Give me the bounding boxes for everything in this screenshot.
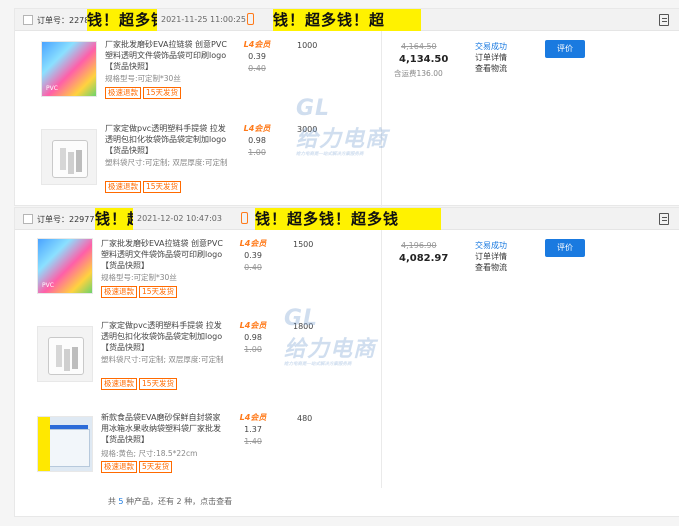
service-tags: 极速退款 15天发货 bbox=[101, 286, 179, 298]
order-item: 新款食品袋EVA磨砂保鲜自封袋家用冰箱水果收纳袋塑料袋厂家批发 【货品快照】 规… bbox=[15, 410, 679, 484]
original-price: 1.00 bbox=[248, 148, 266, 157]
order-status: 交易成功 订单详情 查看物流 bbox=[475, 41, 507, 74]
order-item: 厂家定做pvc透明塑料手提袋 拉发透明包扣化妆袋饰品袋定制加logo 【货品快照… bbox=[15, 318, 679, 404]
mobile-order-icon bbox=[241, 212, 248, 224]
product-thumbnail[interactable] bbox=[41, 41, 97, 97]
product-thumbnail[interactable] bbox=[37, 416, 93, 472]
service-tags: 极速退款 15天发货 bbox=[101, 378, 179, 390]
product-title[interactable]: 新款食品袋EVA磨砂保鲜自封袋家用冰箱水果收纳袋塑料袋厂家批发 【货品快照】 bbox=[101, 412, 225, 446]
order-total: 4,134.50 bbox=[399, 54, 449, 65]
product-title[interactable]: 厂家批发磨砂EVA拉链袋 创意PVC塑料透明文件袋饰品袋可印刷logo 【货品快… bbox=[105, 39, 229, 73]
order-date: 2021-11-25 11:00:25 bbox=[161, 15, 246, 24]
delivery-tag: 5天发货 bbox=[139, 461, 173, 473]
delivery-tag: 15天发货 bbox=[143, 181, 182, 193]
order-item: 厂家定做pvc透明塑料手提袋 拉发透明包扣化妆袋饰品袋定制加logo 【货品快照… bbox=[15, 121, 679, 203]
quantity: 480 bbox=[297, 414, 313, 423]
product-count: 5 bbox=[118, 497, 124, 506]
fast-refund-tag: 极速退款 bbox=[101, 461, 137, 473]
order-date: 2021-12-02 10:47:03 bbox=[137, 214, 222, 223]
order-note-icon[interactable] bbox=[659, 14, 669, 26]
product-spec: 塑料袋尺寸:可定制; 双层厚度:可定制 bbox=[101, 355, 224, 364]
delivery-tag: 15天发货 bbox=[143, 87, 182, 99]
redaction-overlay: 钱！超多钱！超 bbox=[87, 9, 157, 31]
column-divider bbox=[381, 230, 382, 488]
redaction-overlay: 钱！超多钱！超多钱 bbox=[95, 208, 133, 230]
mobile-order-icon bbox=[247, 13, 254, 25]
unit-price: 0.98 bbox=[244, 333, 262, 342]
select-order-checkbox[interactable] bbox=[23, 214, 33, 224]
review-button[interactable]: 评价 bbox=[545, 239, 585, 257]
member-level: L4会员 bbox=[243, 124, 271, 133]
original-price: 1.00 bbox=[244, 345, 262, 354]
review-button[interactable]: 评价 bbox=[545, 40, 585, 58]
order-detail-link[interactable]: 订单详情 bbox=[475, 251, 507, 262]
product-thumbnail[interactable] bbox=[37, 326, 93, 382]
trade-status: 交易成功 bbox=[475, 42, 507, 51]
unit-price: 0.39 bbox=[244, 251, 262, 260]
fast-refund-tag: 极速退款 bbox=[101, 378, 137, 390]
product-thumbnail[interactable] bbox=[41, 129, 97, 185]
more-products-note[interactable]: 共 5 种产品，还有 2 种，点击查看 bbox=[0, 496, 353, 507]
order-original-total: 4,196.90 bbox=[401, 241, 437, 250]
order-card-1: 订单号：2278072 钱！超多钱！超 2021-11-25 11:00:25 … bbox=[14, 8, 679, 207]
service-tags: 极速退款 15天发货 bbox=[105, 181, 183, 193]
original-price: 0.40 bbox=[244, 263, 262, 272]
order-detail-link[interactable]: 订单详情 bbox=[475, 52, 507, 63]
quantity: 3000 bbox=[297, 125, 318, 134]
product-title[interactable]: 厂家定做pvc透明塑料手提袋 拉发透明包扣化妆袋饰品袋定制加logo 【货品快照… bbox=[101, 320, 225, 354]
shipping-fee: 含运费136.00 bbox=[394, 69, 443, 78]
service-tags: 极速退款 5天发货 bbox=[101, 461, 174, 473]
redaction-overlay: 钱！超多钱！超 bbox=[273, 9, 421, 31]
product-title[interactable]: 厂家批发磨砂EVA拉链袋 创意PVC塑料透明文件袋饰品袋可印刷logo 【货品快… bbox=[101, 238, 225, 272]
member-level: L4会员 bbox=[243, 40, 271, 49]
product-spec: 规格型号:可定制*30丝 bbox=[101, 273, 177, 282]
product-title[interactable]: 厂家定做pvc透明塑料手提袋 拉发透明包扣化妆袋饰品袋定制加logo 【货品快照… bbox=[105, 123, 229, 157]
remaining-count: 2 bbox=[176, 497, 182, 506]
product-spec: 规格:黄色; 尺寸:18.5*22cm bbox=[101, 449, 198, 458]
order-original-total: 4,164.50 bbox=[401, 42, 437, 51]
fast-refund-tag: 极速退款 bbox=[105, 87, 141, 99]
trade-status: 交易成功 bbox=[475, 241, 507, 250]
quantity: 1500 bbox=[293, 240, 314, 249]
order-header: 订单号：2278072 钱！超多钱！超 2021-11-25 11:00:25 … bbox=[15, 9, 679, 31]
original-price: 1.40 bbox=[244, 437, 262, 446]
fast-refund-tag: 极速退款 bbox=[105, 181, 141, 193]
order-number: 订单号：229770 bbox=[37, 215, 100, 224]
view-logistics-link[interactable]: 查看物流 bbox=[475, 63, 507, 74]
order-note-icon[interactable] bbox=[659, 213, 669, 225]
order-status: 交易成功 订单详情 查看物流 bbox=[475, 240, 507, 273]
view-logistics-link[interactable]: 查看物流 bbox=[475, 262, 507, 273]
order-card-2: 订单号：229770 钱！超多钱！超多钱 2021-12-02 10:47:03… bbox=[14, 207, 679, 517]
fast-refund-tag: 极速退款 bbox=[101, 286, 137, 298]
redaction-overlay: 钱！超多钱！超多钱 bbox=[255, 208, 441, 230]
select-order-checkbox[interactable] bbox=[23, 15, 33, 25]
unit-price: 0.98 bbox=[248, 136, 266, 145]
order-total: 4,082.97 bbox=[399, 253, 449, 264]
unit-price: 0.39 bbox=[248, 52, 266, 61]
original-price: 0.40 bbox=[248, 64, 266, 73]
product-spec: 规格型号:可定制*30丝 bbox=[105, 74, 181, 83]
delivery-tag: 15天发货 bbox=[139, 378, 178, 390]
member-level: L4会员 bbox=[239, 413, 267, 422]
view-more-link[interactable]: 种，点击查看 bbox=[184, 497, 232, 506]
service-tags: 极速退款 15天发货 bbox=[105, 87, 183, 99]
member-level: L4会员 bbox=[239, 321, 267, 330]
column-divider bbox=[381, 31, 382, 207]
product-spec: 塑料袋尺寸:可定制; 双层厚度:可定制 bbox=[105, 158, 228, 167]
order-header: 订单号：229770 钱！超多钱！超多钱 2021-12-02 10:47:03… bbox=[15, 208, 679, 230]
product-thumbnail[interactable] bbox=[37, 238, 93, 294]
quantity: 1000 bbox=[297, 41, 318, 50]
quantity: 1800 bbox=[293, 322, 314, 331]
unit-price: 1.37 bbox=[244, 425, 262, 434]
member-level: L4会员 bbox=[239, 239, 267, 248]
delivery-tag: 15天发货 bbox=[139, 286, 178, 298]
